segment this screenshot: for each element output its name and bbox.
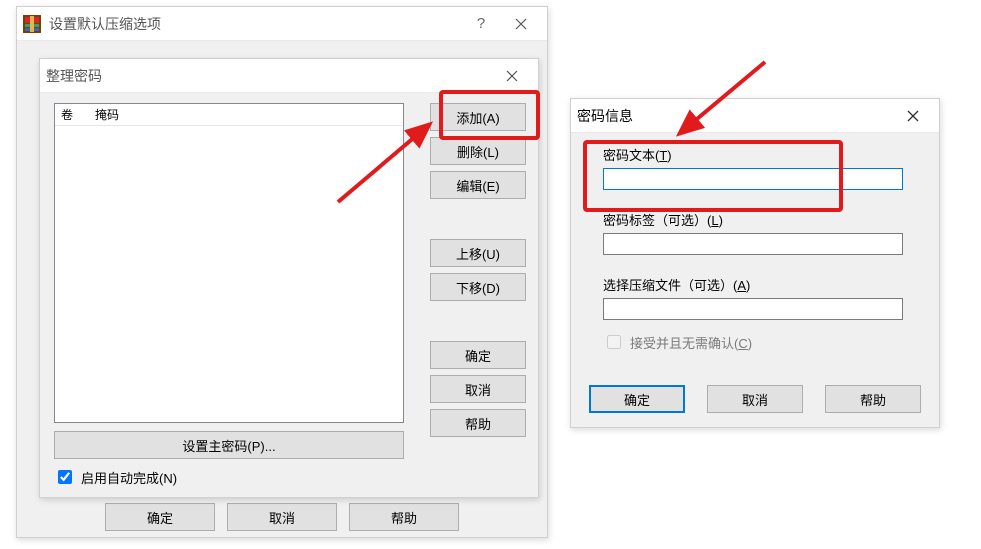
add-button[interactable]: 添加(A) bbox=[430, 103, 526, 131]
password-text-label: 密码文本(T) bbox=[603, 145, 921, 164]
ok-button[interactable]: 确定 bbox=[430, 341, 526, 369]
archive-select-label: 选择压缩文件（可选）(A) bbox=[603, 275, 921, 294]
password-info-title: 密码信息 bbox=[577, 106, 893, 126]
cancel-button[interactable]: 取消 bbox=[707, 385, 803, 413]
password-text-input[interactable] bbox=[603, 168, 903, 190]
close-icon[interactable] bbox=[501, 11, 541, 37]
help-icon[interactable]: ? bbox=[461, 11, 501, 37]
compression-options-title: 设置默认压缩选项 bbox=[49, 14, 461, 34]
password-tag-input[interactable] bbox=[603, 233, 903, 255]
column-mask: 掩码 bbox=[95, 106, 119, 123]
autocomplete-label: 启用自动完成(N) bbox=[81, 468, 177, 487]
organize-passwords-titlebar: 整理密码 bbox=[40, 59, 538, 93]
ok-button[interactable]: 确定 bbox=[105, 503, 215, 531]
password-info-window: 密码信息 密码文本(T) 密码标签（可选）(L) 选择压缩文件（可选）(A) bbox=[570, 98, 940, 428]
compression-options-button-row: 确定 取消 帮助 bbox=[17, 503, 547, 531]
move-down-button[interactable]: 下移(D) bbox=[430, 273, 526, 301]
column-volume: 卷 bbox=[61, 106, 95, 123]
password-info-button-row: 确定 取消 帮助 bbox=[589, 385, 921, 413]
help-button[interactable]: 帮助 bbox=[430, 409, 526, 437]
password-list-header: 卷 掩码 bbox=[55, 104, 403, 126]
compression-options-titlebar: 设置默认压缩选项 ? bbox=[17, 7, 547, 41]
close-icon[interactable] bbox=[893, 103, 933, 129]
password-tag-label: 密码标签（可选）(L) bbox=[603, 210, 921, 229]
cancel-button[interactable]: 取消 bbox=[430, 375, 526, 403]
set-master-password-button[interactable]: 设置主密码(P)... bbox=[54, 431, 404, 459]
archive-select-input[interactable] bbox=[603, 298, 903, 320]
autocomplete-checkbox[interactable] bbox=[58, 470, 72, 484]
accept-no-confirm-checkbox[interactable] bbox=[607, 335, 621, 349]
accept-no-confirm-label: 接受并且无需确认(C) bbox=[630, 333, 752, 352]
side-button-column: 添加(A) 删除(L) 编辑(E) 上移(U) 下移(D) 确定 取消 帮助 bbox=[430, 103, 526, 443]
organize-passwords-window: 整理密码 卷 掩码 添加(A) 删除(L) 编辑(E) 上移(U) 下移(D) … bbox=[39, 58, 539, 498]
delete-button[interactable]: 删除(L) bbox=[430, 137, 526, 165]
help-button[interactable]: 帮助 bbox=[825, 385, 921, 413]
password-info-titlebar: 密码信息 bbox=[571, 99, 939, 133]
help-button[interactable]: 帮助 bbox=[349, 503, 459, 531]
app-icon bbox=[23, 15, 41, 33]
autocomplete-checkbox-row[interactable]: 启用自动完成(N) bbox=[54, 467, 177, 487]
cancel-button[interactable]: 取消 bbox=[227, 503, 337, 531]
edit-button[interactable]: 编辑(E) bbox=[430, 171, 526, 199]
accept-no-confirm-row[interactable]: 接受并且无需确认(C) bbox=[603, 332, 921, 352]
password-list[interactable]: 卷 掩码 bbox=[54, 103, 404, 423]
move-up-button[interactable]: 上移(U) bbox=[430, 239, 526, 267]
ok-button[interactable]: 确定 bbox=[589, 385, 685, 413]
close-icon[interactable] bbox=[492, 63, 532, 89]
organize-passwords-title: 整理密码 bbox=[46, 66, 492, 86]
